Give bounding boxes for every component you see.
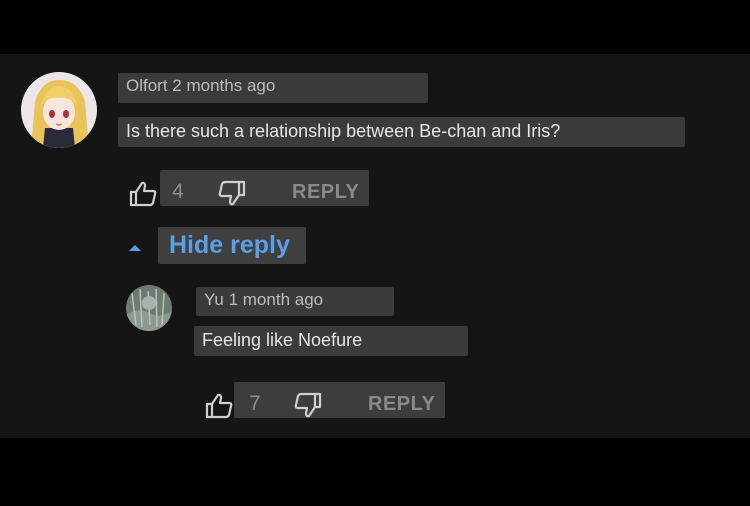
thumbs-down-icon[interactable] [217,179,247,212]
replier-avatar[interactable] [126,285,172,331]
comments-panel [0,54,750,438]
thumbs-up-icon[interactable] [204,392,234,425]
comment-like-count: 4 [172,180,184,203]
comment-text: Is there such a relationship between Be-… [118,117,685,147]
reply-time: 1 month ago [228,290,324,309]
hide-reply-button[interactable]: Hide reply [158,227,306,264]
reply-author[interactable]: Yu [204,290,224,309]
reply-meta: Yu 1 month ago [196,287,394,316]
thumbs-down-icon[interactable] [293,391,323,424]
comment-meta: Olfort 2 months ago [118,73,428,103]
comment-author[interactable]: Olfort [126,76,168,95]
caret-up-icon[interactable] [127,239,143,257]
reply-text: Feeling like Noefure [194,326,468,356]
thumbs-up-icon[interactable] [128,180,158,213]
reply-like-count: 7 [249,392,261,415]
comment-reply-button[interactable]: REPLY [292,178,359,206]
reply-reply-button[interactable]: REPLY [368,390,435,418]
commenter-avatar[interactable] [21,72,97,148]
comment-time: 2 months ago [172,76,276,95]
